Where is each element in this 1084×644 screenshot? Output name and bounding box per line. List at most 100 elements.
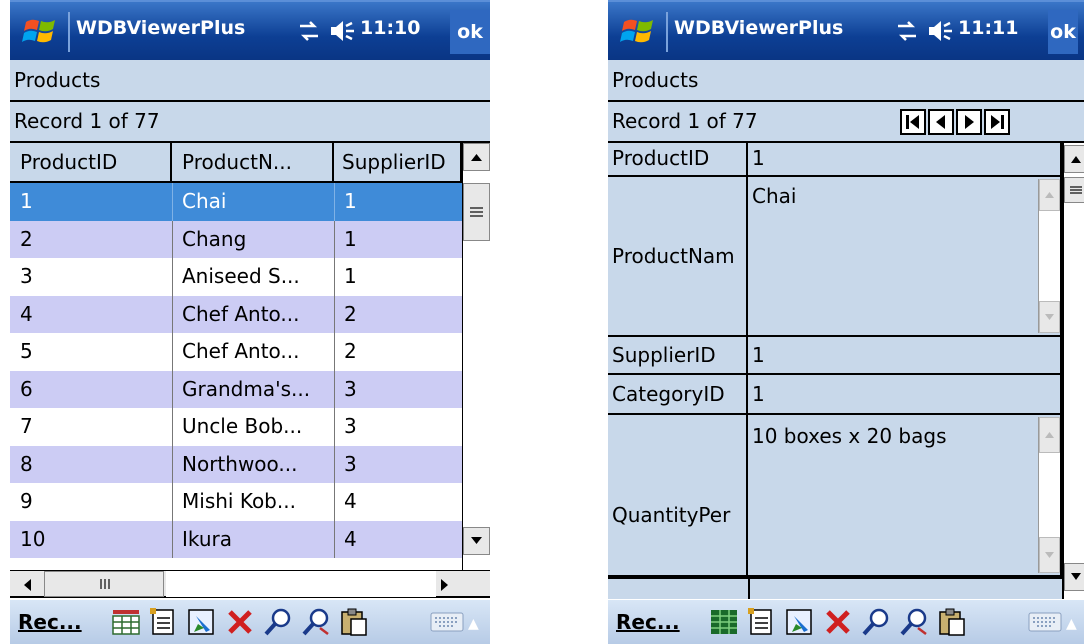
field-value[interactable]: 1 (748, 375, 1062, 415)
volume-icon[interactable] (926, 18, 956, 44)
field-productname: ProductNam Chai (608, 177, 1062, 337)
form-view-icon[interactable] (746, 606, 778, 638)
cell-productname: Chang (182, 226, 247, 251)
cell-productid: 8 (20, 451, 33, 476)
last-record-button[interactable] (984, 109, 1010, 135)
field-label: QuantityPer (608, 415, 748, 577)
volume-icon[interactable] (328, 18, 358, 44)
field-value[interactable]: 10 boxes x 20 bags (748, 415, 1062, 577)
delete-icon[interactable] (822, 606, 854, 638)
column-divider (748, 579, 750, 599)
scroll-down-button[interactable] (463, 527, 490, 555)
field-label: SupplierID (608, 337, 748, 375)
table-row[interactable]: 9 Mishi Kob... 4 (10, 483, 462, 521)
arrow-up-icon (1045, 192, 1054, 198)
search-icon[interactable] (860, 606, 892, 638)
table-row[interactable]: 2 Chang 1 (10, 220, 462, 258)
grid-view-icon[interactable] (110, 606, 142, 638)
scroll-up-button[interactable] (463, 143, 490, 171)
find-next-icon[interactable] (300, 606, 332, 638)
record-menu[interactable]: Rec... (18, 610, 82, 634)
scroll-track[interactable] (166, 571, 436, 597)
find-next-icon[interactable] (898, 606, 930, 638)
cell-productname: Uncle Bob... (182, 414, 303, 438)
connectivity-icon[interactable] (296, 20, 322, 42)
table-row[interactable]: 8 Northwoo... 3 (10, 445, 462, 483)
menu-bar: Rec... ▲ (608, 600, 1084, 644)
column-divider (334, 295, 335, 333)
arrow-down-icon (1071, 573, 1081, 580)
delete-icon[interactable] (224, 606, 256, 638)
record-menu[interactable]: Rec... (616, 610, 680, 634)
ok-button[interactable]: ok (1048, 10, 1078, 54)
grip-icon (470, 207, 483, 217)
scroll-up-button[interactable] (1064, 145, 1084, 173)
table-name-label: Products (10, 60, 490, 102)
app-title: WDBViewerPlus (76, 17, 246, 39)
arrow-right-icon[interactable] (434, 575, 456, 595)
field-scrollbar[interactable] (1038, 417, 1060, 573)
table-row[interactable]: 10 Ikura 4 (10, 520, 462, 558)
windows-start-icon[interactable] (22, 14, 60, 48)
paste-icon[interactable] (338, 606, 370, 638)
cell-productid: 6 (20, 376, 33, 401)
record-status: Record 1 of 77 (608, 102, 1084, 143)
edit-record-icon[interactable] (186, 606, 218, 638)
field-value[interactable]: Chai (748, 177, 1062, 337)
paste-icon[interactable] (936, 606, 968, 638)
arrow-down-icon (1045, 314, 1054, 320)
table-row[interactable]: 3 Aniseed S... 1 (10, 258, 462, 296)
column-divider (334, 370, 335, 408)
vertical-scrollbar[interactable] (462, 143, 490, 573)
grid-view-icon[interactable] (708, 606, 740, 638)
column-divider (172, 408, 173, 446)
column-header-productid[interactable]: ProductID (10, 143, 172, 183)
toolbar (110, 606, 370, 638)
search-icon[interactable] (262, 606, 294, 638)
column-header-productname[interactable]: ProductN... (172, 143, 334, 183)
previous-record-button[interactable] (928, 109, 954, 135)
form-view-screen: WDBViewerPlus 11:11 ok Products Record 1… (608, 0, 1084, 644)
sip-caret-icon[interactable]: ▲ (468, 616, 479, 632)
windows-start-icon[interactable] (620, 14, 658, 48)
scroll-thumb[interactable] (463, 183, 490, 241)
scroll-thumb[interactable] (1064, 177, 1084, 203)
table-row[interactable]: 5 Chef Anto... 2 (10, 333, 462, 371)
scroll-down-button[interactable] (1039, 537, 1060, 573)
field-scrollbar[interactable] (1038, 179, 1060, 333)
form-view-icon[interactable] (148, 606, 180, 638)
column-header-supplierid[interactable]: SupplierID (334, 143, 462, 183)
next-record-button[interactable] (956, 109, 982, 135)
cell-productid: 1 (20, 189, 33, 213)
table-row[interactable]: 4 Chef Anto... 2 (10, 295, 462, 333)
cell-productid: 2 (20, 226, 33, 251)
clock: 11:10 (360, 17, 421, 39)
table-row[interactable]: 6 Grandma's... 3 (10, 370, 462, 408)
connectivity-icon[interactable] (894, 20, 920, 42)
scroll-up-button[interactable] (1039, 179, 1060, 211)
table-row[interactable]: 7 Uncle Bob... 3 (10, 408, 462, 446)
first-record-button[interactable] (900, 109, 926, 135)
column-divider (172, 370, 173, 408)
scroll-up-button[interactable] (1039, 417, 1060, 453)
scroll-down-button[interactable] (1064, 563, 1084, 591)
scroll-down-button[interactable] (1039, 301, 1060, 333)
horizontal-scrollbar[interactable] (10, 570, 490, 598)
data-grid[interactable]: ProductID ProductN... SupplierID 1 Chai … (10, 143, 490, 573)
field-value[interactable]: 1 (748, 337, 1062, 375)
app-title: WDBViewerPlus (674, 17, 844, 39)
keyboard-icon[interactable] (430, 610, 464, 634)
horizontal-scroll-thumb[interactable] (44, 571, 164, 597)
arrow-up-icon (1071, 156, 1081, 163)
record-navigator (900, 109, 1012, 135)
table-name-label: Products (608, 60, 1084, 102)
arrow-left-icon[interactable] (16, 575, 38, 595)
table-row[interactable]: 1 Chai 1 (10, 183, 462, 221)
form-scrollbar[interactable] (1062, 143, 1084, 599)
edit-record-icon[interactable] (784, 606, 816, 638)
sip-caret-icon[interactable]: ▲ (1066, 616, 1077, 632)
column-divider (334, 408, 335, 446)
ok-button[interactable]: ok (450, 10, 490, 54)
field-value[interactable]: 1 (748, 143, 1062, 177)
keyboard-icon[interactable] (1028, 610, 1062, 634)
